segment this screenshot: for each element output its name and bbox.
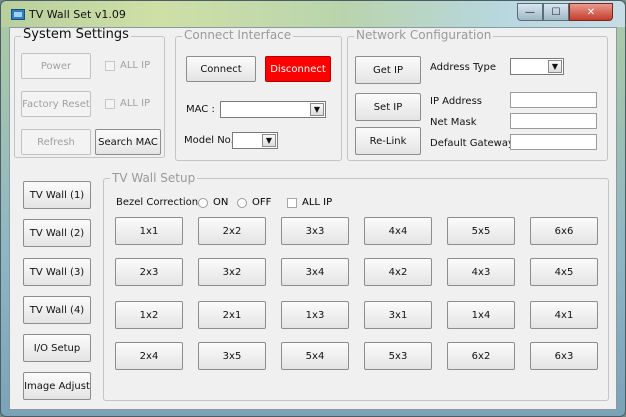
connect-interface-title: Connect Interface — [182, 28, 294, 42]
bezel-on-label: ON — [213, 197, 229, 208]
default-gateway-input[interactable] — [510, 134, 597, 150]
chevron-down-icon: ▼ — [310, 103, 324, 116]
close-icon: ✕ — [586, 6, 596, 18]
checkbox-box — [287, 197, 297, 208]
factory-reset-button[interactable]: Factory Reset — [21, 91, 91, 117]
side-button-tv-wall-1[interactable]: TV Wall (1) — [23, 181, 91, 209]
layout-button-5x3[interactable]: 5x3 — [364, 342, 432, 370]
layout-button-6x2[interactable]: 6x2 — [447, 342, 515, 370]
bezel-on-radio[interactable]: ON — [198, 197, 228, 208]
layout-button-6x3[interactable]: 6x3 — [530, 342, 598, 370]
client-area: System Settings Power ALL IP Factory Res… — [9, 27, 617, 410]
layout-button-4x3[interactable]: 4x3 — [447, 258, 515, 286]
layout-button-4x4[interactable]: 4x4 — [364, 217, 432, 245]
layout-button-5x5[interactable]: 5x5 — [447, 217, 515, 245]
window-title: TV Wall Set v1.09 — [29, 8, 126, 21]
power-button[interactable]: Power — [21, 53, 91, 79]
layout-button-3x4[interactable]: 3x4 — [281, 258, 349, 286]
layout-button-2x3[interactable]: 2x3 — [115, 258, 183, 286]
maximize-icon: ☐ — [551, 6, 561, 18]
layout-button-1x3[interactable]: 1x3 — [281, 301, 349, 329]
side-button-tv-wall-4[interactable]: TV Wall (4) — [23, 296, 91, 324]
layout-button-4x5[interactable]: 4x5 — [530, 258, 598, 286]
mac-label: MAC : — [186, 104, 215, 115]
layout-button-3x3[interactable]: 3x3 — [281, 217, 349, 245]
maximize-button[interactable]: ☐ — [543, 3, 569, 21]
layout-button-2x1[interactable]: 2x1 — [198, 301, 266, 329]
minimize-icon: — — [525, 6, 535, 18]
connect-button[interactable]: Connect — [186, 56, 256, 82]
bezel-off-label: OFF — [252, 197, 272, 208]
all-ip-checkbox-power[interactable]: ALL IP — [105, 60, 150, 71]
refresh-button[interactable]: Refresh — [21, 129, 91, 155]
tv-wall-setup-title: TV Wall Setup — [110, 171, 198, 185]
bezel-off-radio[interactable]: OFF — [237, 197, 271, 208]
layout-button-2x2[interactable]: 2x2 — [198, 217, 266, 245]
ip-address-label: IP Address — [430, 96, 482, 107]
app-icon — [11, 9, 25, 20]
address-type-dropdown[interactable]: ▼ — [510, 58, 564, 75]
app-window: TV Wall Set v1.09 — ☐ ✕ System Settings … — [0, 0, 626, 417]
all-ip-checkbox-reset[interactable]: ALL IP — [105, 98, 150, 109]
layout-button-1x1[interactable]: 1x1 — [115, 217, 183, 245]
search-mac-button[interactable]: Search MAC — [95, 129, 161, 155]
address-type-label: Address Type — [430, 62, 496, 73]
chevron-down-icon: ▼ — [262, 134, 276, 147]
radio-circle — [198, 197, 208, 208]
side-button-tv-wall-2[interactable]: TV Wall (2) — [23, 219, 91, 247]
side-button-image-adjust[interactable]: Image Adjust — [23, 372, 91, 400]
title-bar[interactable]: TV Wall Set v1.09 — ☐ ✕ — [1, 1, 625, 27]
tv-wall-all-ip-label: ALL IP — [302, 197, 333, 208]
mac-dropdown[interactable]: ▼ — [220, 101, 326, 118]
ip-address-input[interactable] — [510, 92, 597, 108]
tv-wall-all-ip-checkbox[interactable]: ALL IP — [287, 197, 332, 208]
default-gateway-label: Default Gateway — [430, 138, 514, 149]
net-mask-label: Net Mask — [430, 117, 477, 128]
tv-wall-setup-group: TV Wall Setup Bezel Correction ON OFF AL… — [103, 171, 609, 401]
close-button[interactable]: ✕ — [569, 3, 613, 21]
system-settings-group: System Settings Power ALL IP Factory Res… — [14, 28, 165, 158]
bezel-correction-label: Bezel Correction — [116, 197, 199, 208]
relink-button[interactable]: Re-Link — [355, 127, 421, 155]
connect-interface-group: Connect Interface Connect Disconnect MAC… — [175, 28, 342, 161]
model-no-dropdown[interactable]: ▼ — [232, 132, 278, 149]
network-configuration-title: Network Configuration — [354, 28, 494, 42]
side-button-i-o-setup[interactable]: I/O Setup — [23, 334, 91, 362]
layout-button-2x4[interactable]: 2x4 — [115, 342, 183, 370]
layout-button-1x4[interactable]: 1x4 — [447, 301, 515, 329]
layout-button-4x1[interactable]: 4x1 — [530, 301, 598, 329]
minimize-button[interactable]: — — [517, 3, 543, 21]
layout-button-5x4[interactable]: 5x4 — [281, 342, 349, 370]
all-ip-label: ALL IP — [120, 60, 151, 71]
disconnect-button[interactable]: Disconnect — [265, 56, 331, 82]
get-ip-button[interactable]: Get IP — [355, 56, 421, 84]
layout-button-6x6[interactable]: 6x6 — [530, 217, 598, 245]
side-button-tv-wall-3[interactable]: TV Wall (3) — [23, 258, 91, 286]
layout-button-1x2[interactable]: 1x2 — [115, 301, 183, 329]
layout-button-3x1[interactable]: 3x1 — [364, 301, 432, 329]
layout-button-4x2[interactable]: 4x2 — [364, 258, 432, 286]
checkbox-box — [105, 98, 115, 109]
layout-button-3x2[interactable]: 3x2 — [198, 258, 266, 286]
net-mask-input[interactable] — [510, 113, 597, 129]
caption-buttons: — ☐ ✕ — [517, 3, 613, 21]
radio-circle — [237, 197, 247, 208]
all-ip-label: ALL IP — [120, 98, 151, 109]
layout-button-3x5[interactable]: 3x5 — [198, 342, 266, 370]
model-no-label: Model No. — [184, 135, 234, 146]
chevron-down-icon: ▼ — [548, 60, 562, 73]
system-settings-title: System Settings — [21, 27, 131, 42]
network-configuration-group: Network Configuration Get IP Set IP Re-L… — [347, 28, 608, 161]
set-ip-button[interactable]: Set IP — [355, 93, 421, 121]
checkbox-box — [105, 60, 115, 71]
